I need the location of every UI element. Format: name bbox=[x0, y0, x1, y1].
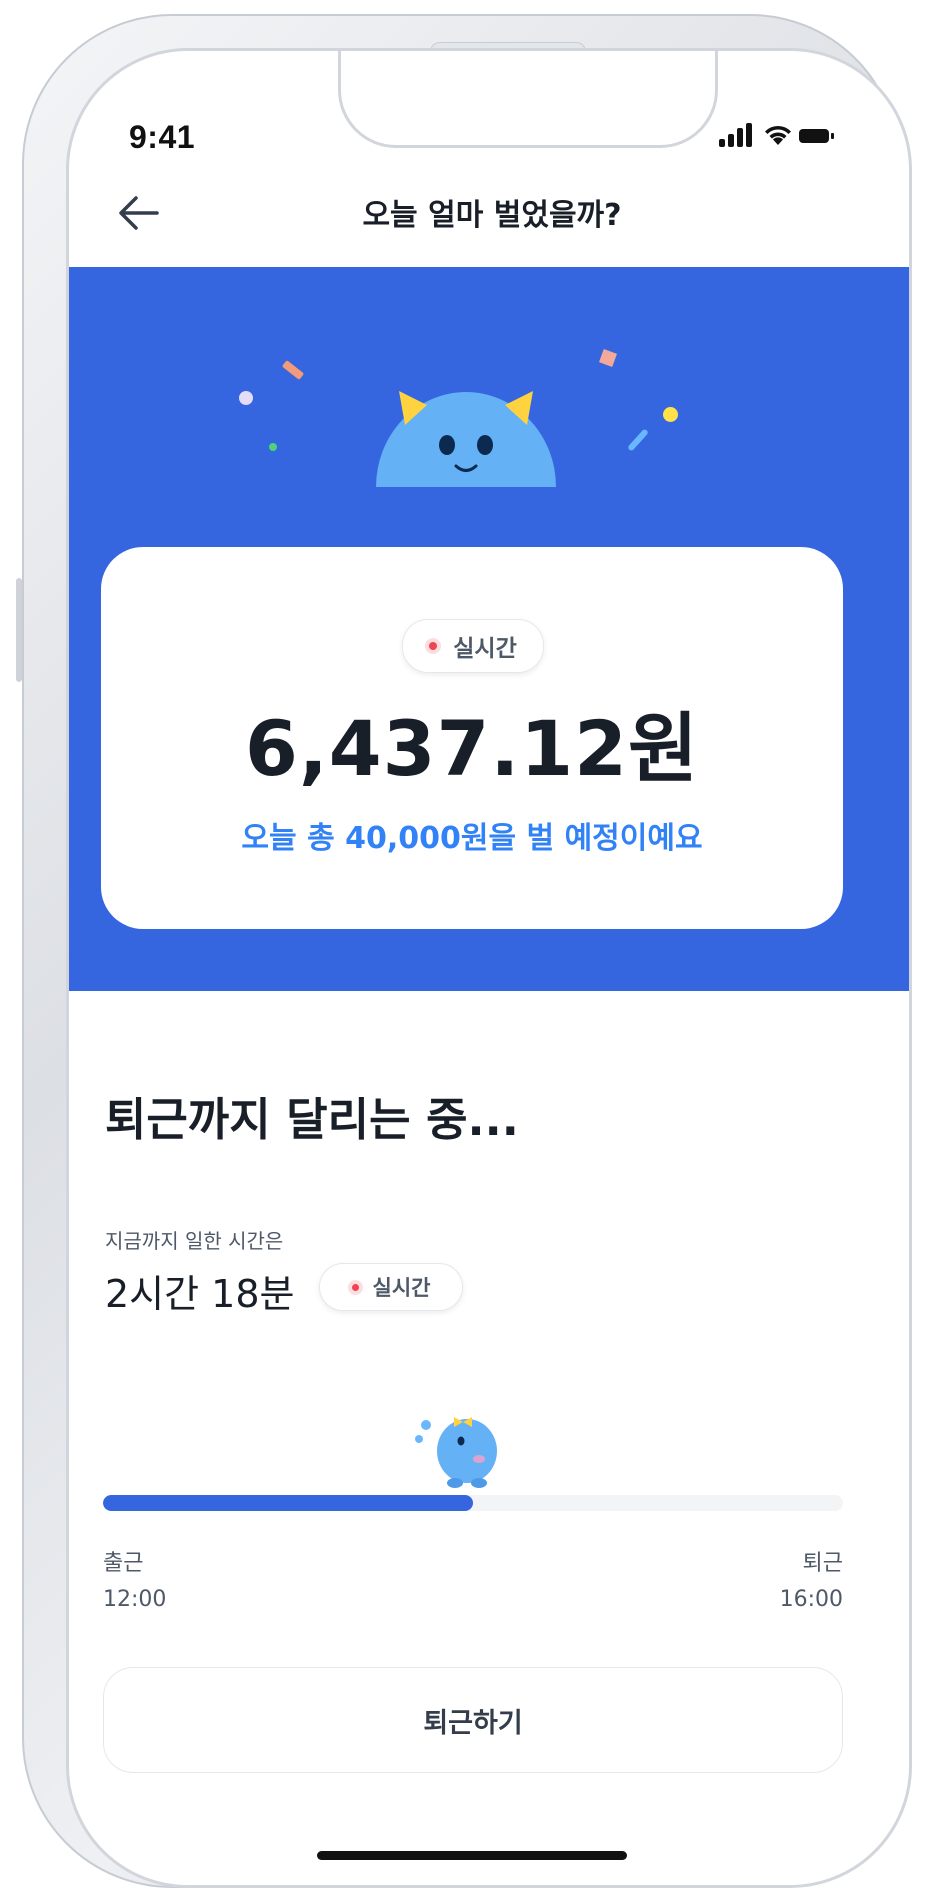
phone-frame: 9:41 오늘 얼마 벌었을까? 실시간 6,437.12원 오늘 총 40,0… bbox=[16, 14, 912, 1888]
live-dot-icon bbox=[351, 1283, 359, 1291]
arrow-left-icon bbox=[119, 196, 159, 230]
notch bbox=[338, 51, 718, 148]
mascot-icon bbox=[376, 391, 556, 487]
end-time: 16:00 bbox=[779, 1587, 843, 1612]
wifi-icon bbox=[765, 125, 791, 145]
start-label: 출근 bbox=[103, 1551, 144, 1576]
earned-amount: 6,437.12원 bbox=[245, 704, 699, 793]
earnings-card: 실시간 6,437.12원 오늘 총 40,000원을 벌 예정이예요 bbox=[101, 547, 843, 929]
confetti bbox=[281, 360, 305, 380]
end-label: 퇴근 bbox=[802, 1551, 843, 1576]
running-mascot-icon bbox=[415, 1417, 497, 1488]
realtime-label: 실시간 bbox=[453, 636, 517, 662]
confetti bbox=[627, 428, 649, 452]
battery-tip bbox=[831, 133, 834, 139]
back-button[interactable] bbox=[107, 181, 171, 245]
realtime-badge: 실시간 bbox=[402, 619, 544, 673]
live-dot-icon bbox=[429, 642, 438, 650]
start-time: 12:00 bbox=[103, 1587, 167, 1612]
earnings-hero: 실시간 6,437.12원 오늘 총 40,000원을 벌 예정이예요 bbox=[69, 267, 909, 991]
work-progress-bar bbox=[103, 1495, 843, 1511]
clock-out-button[interactable]: 퇴근하기 bbox=[103, 1667, 843, 1773]
confetti bbox=[599, 349, 617, 367]
progress-heading: 퇴근까지 달리는 중... bbox=[105, 1093, 519, 1146]
status-icons bbox=[719, 119, 839, 153]
realtime-badge: 실시간 bbox=[319, 1263, 463, 1311]
screen: 9:41 오늘 얼마 벌었을까? 실시간 6,437.12원 오늘 총 40,0… bbox=[66, 48, 912, 1888]
page-title: 오늘 얼마 벌었을까? bbox=[362, 198, 622, 233]
battery-icon bbox=[799, 129, 829, 143]
worked-time-label: 지금까지 일한 시간은 bbox=[105, 1229, 284, 1253]
realtime-label: 실시간 bbox=[372, 1276, 431, 1300]
confetti bbox=[269, 443, 277, 451]
side-button bbox=[16, 578, 22, 682]
confetti bbox=[239, 391, 253, 405]
work-progress-fill bbox=[103, 1495, 473, 1511]
clock-out-label: 퇴근하기 bbox=[423, 1707, 523, 1739]
status-time: 9:41 bbox=[129, 119, 196, 155]
expected-earnings: 오늘 총 40,000원을 벌 예정이예요 bbox=[241, 821, 703, 856]
home-indicator[interactable] bbox=[317, 1851, 627, 1860]
confetti bbox=[663, 407, 678, 422]
worked-time-value: 2시간 18분 bbox=[105, 1272, 295, 1316]
